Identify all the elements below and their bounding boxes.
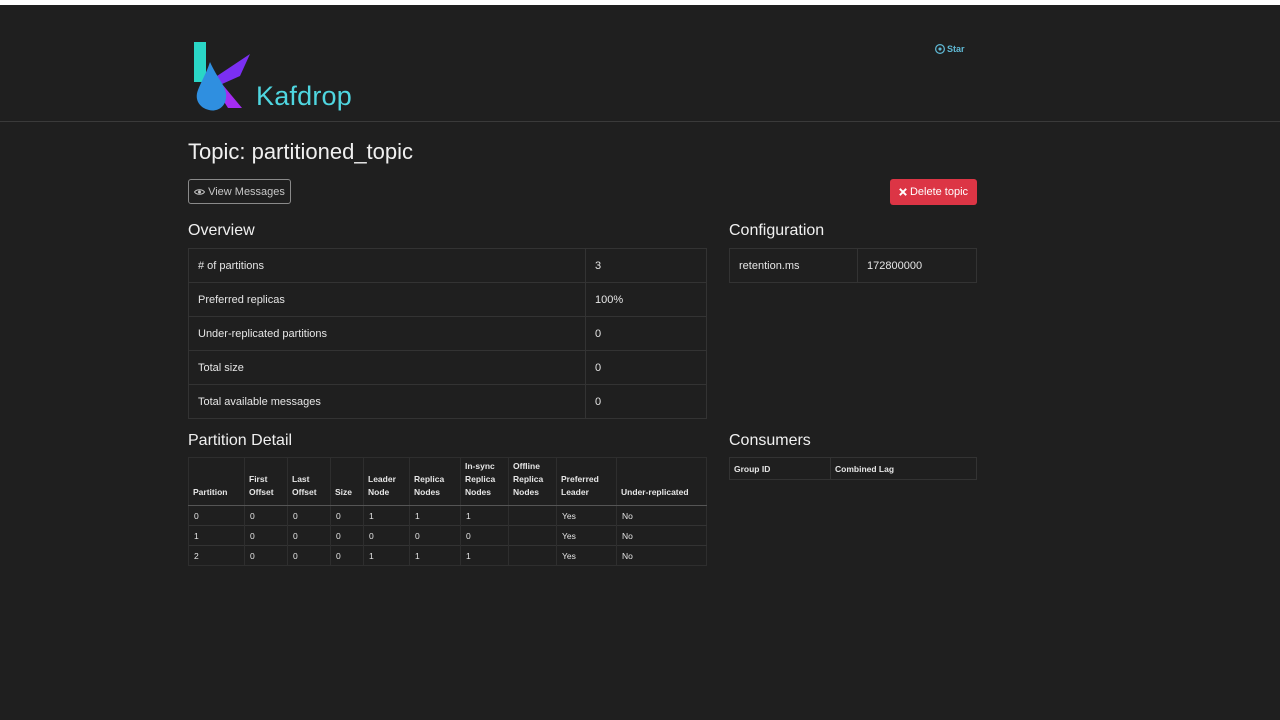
star-label: Star bbox=[947, 44, 965, 54]
overview-label: Total available messages bbox=[188, 384, 586, 419]
column-header: Offline Replica Nodes bbox=[508, 457, 557, 506]
page-title: Topic: partitioned_topic bbox=[188, 139, 414, 164]
consumers-table: Group ID Combined Lag bbox=[729, 457, 977, 480]
column-header: Group ID bbox=[729, 457, 831, 480]
column-header: Combined Lag bbox=[830, 457, 977, 480]
partition-detail-title: Partition Detail bbox=[188, 432, 293, 449]
table-cell bbox=[508, 505, 557, 526]
table-cell: 0 bbox=[409, 525, 461, 546]
table-row: 2 0 0 0 1 1 1 Yes No bbox=[188, 545, 707, 566]
table-cell: 0 bbox=[330, 545, 364, 566]
overview-label: Under-replicated partitions bbox=[188, 316, 586, 351]
column-header: Last Offset bbox=[287, 457, 331, 506]
overview-label: Total size bbox=[188, 350, 586, 385]
consumers-title: Consumers bbox=[729, 432, 811, 449]
table-cell: 0 bbox=[330, 505, 364, 526]
table-cell: 0 bbox=[287, 505, 331, 526]
view-messages-button[interactable]: View Messages bbox=[188, 179, 291, 204]
column-header: Under-replicated bbox=[616, 457, 707, 506]
overview-value: 3 bbox=[585, 248, 707, 283]
overview-value: 100% bbox=[585, 282, 707, 317]
table-row: # of partitions 3 bbox=[188, 248, 707, 283]
column-header: Size bbox=[330, 457, 364, 506]
table-row: 0 0 0 0 1 1 1 Yes No bbox=[188, 505, 707, 526]
table-cell: Yes bbox=[556, 545, 617, 566]
delete-topic-button[interactable]: Delete topic bbox=[890, 179, 977, 205]
github-icon bbox=[935, 44, 945, 54]
overview-table: # of partitions 3 Preferred replicas 100% … bbox=[188, 248, 707, 419]
overview-value: 0 bbox=[585, 316, 707, 351]
overview-title: Overview bbox=[188, 222, 255, 239]
table-row: Total size 0 bbox=[188, 350, 707, 385]
column-header: Leader Node bbox=[363, 457, 410, 506]
table-cell: 0 bbox=[287, 545, 331, 566]
partition-detail-table: Partition First Offset Last Offset Size … bbox=[188, 457, 707, 566]
brand-name[interactable]: Kafdrop bbox=[256, 81, 352, 112]
table-cell: 1 bbox=[460, 505, 509, 526]
column-header: First Offset bbox=[244, 457, 288, 506]
delete-topic-label: Delete topic bbox=[909, 186, 969, 198]
eye-icon bbox=[194, 188, 206, 195]
column-header: Replica Nodes bbox=[409, 457, 461, 506]
table-cell: Yes bbox=[556, 525, 617, 546]
table-cell: 1 bbox=[460, 545, 509, 566]
table-cell: 0 bbox=[363, 525, 410, 546]
table-row: Preferred replicas 100% bbox=[188, 282, 707, 317]
table-row: Total available messages 0 bbox=[188, 384, 707, 419]
configuration-table: retention.ms 172800000 bbox=[729, 248, 977, 283]
github-star-button[interactable]: Star bbox=[935, 44, 965, 54]
table-cell bbox=[508, 525, 557, 546]
table-row: Under-replicated partitions 0 bbox=[188, 316, 707, 351]
table-cell: 1 bbox=[363, 505, 410, 526]
partition-link[interactable]: 2 bbox=[188, 545, 245, 566]
overview-value: 0 bbox=[585, 384, 707, 419]
table-header-row: Partition First Offset Last Offset Size … bbox=[188, 457, 707, 506]
column-header: In-sync Replica Nodes bbox=[460, 457, 509, 506]
table-row: 1 0 0 0 0 0 0 Yes No bbox=[188, 525, 707, 546]
table-cell: 0 bbox=[287, 525, 331, 546]
table-cell: 0 bbox=[244, 525, 288, 546]
table-header-row: Group ID Combined Lag bbox=[729, 457, 977, 480]
table-cell: 0 bbox=[244, 545, 288, 566]
config-label: retention.ms bbox=[729, 248, 858, 283]
table-cell: No bbox=[616, 525, 707, 546]
table-row: retention.ms 172800000 bbox=[729, 248, 977, 283]
table-cell: Yes bbox=[556, 505, 617, 526]
x-icon bbox=[899, 188, 907, 196]
config-value: 172800000 bbox=[857, 248, 977, 283]
configuration-title: Configuration bbox=[729, 222, 825, 239]
column-header: Preferred Leader bbox=[556, 457, 617, 506]
table-cell: No bbox=[616, 505, 707, 526]
partition-link[interactable]: 1 bbox=[188, 525, 245, 546]
column-header: Partition bbox=[188, 457, 245, 506]
header: Kafdrop Star bbox=[0, 5, 1280, 122]
table-cell: 0 bbox=[460, 525, 509, 546]
table-cell: No bbox=[616, 545, 707, 566]
partition-link[interactable]: 0 bbox=[188, 505, 245, 526]
overview-value: 0 bbox=[585, 350, 707, 385]
table-cell: 1 bbox=[409, 545, 461, 566]
overview-label: Preferred replicas bbox=[188, 282, 586, 317]
kafdrop-logo-icon[interactable] bbox=[192, 40, 252, 112]
table-cell: 1 bbox=[409, 505, 461, 526]
table-cell bbox=[508, 545, 557, 566]
overview-label: # of partitions bbox=[188, 248, 586, 283]
table-cell: 0 bbox=[330, 525, 364, 546]
table-cell: 0 bbox=[244, 505, 288, 526]
table-cell: 1 bbox=[363, 545, 410, 566]
view-messages-label: View Messages bbox=[208, 185, 285, 198]
